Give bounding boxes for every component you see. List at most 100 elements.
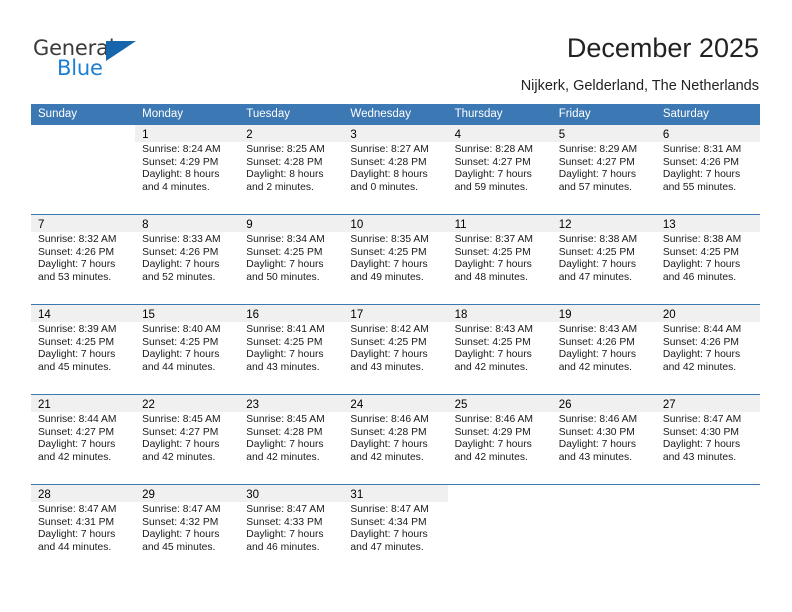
calendar-day-cell[interactable]: 27 Sunrise: 8:47 AM Sunset: 4:30 PM Dayligh… <box>655 395 760 484</box>
sunset-text: Sunset: 4:29 PM <box>454 426 531 438</box>
calendar-day-cell[interactable]: 22 Sunrise: 8:45 AM Sunset: 4:27 PM Dayligh… <box>135 395 240 484</box>
calendar-day-cell[interactable]: 20 Sunrise: 8:44 AM Sunset: 4:26 PM Dayligh… <box>655 305 760 394</box>
day-number-band: 9 <box>239 215 344 232</box>
calendar-day-cell[interactable]: 25 Sunrise: 8:46 AM Sunset: 4:29 PM Dayligh… <box>447 395 552 484</box>
day-sun-info: Sunrise: 8:45 AM Sunset: 4:27 PM Daylight:… <box>135 412 239 465</box>
sunrise-text: Sunrise: 8:45 AM <box>246 414 325 425</box>
daylight-text-line2: and 45 minutes. <box>142 542 216 554</box>
sunrise-text: Sunrise: 8:47 AM <box>350 504 429 515</box>
calendar-day-cell[interactable]: 1 Sunrise: 8:24 AM Sunset: 4:29 PM Daylight… <box>135 125 240 214</box>
daylight-text-line1: Daylight: 7 hours <box>662 259 741 271</box>
calendar-day-cell[interactable]: 24 Sunrise: 8:46 AM Sunset: 4:28 PM Dayligh… <box>343 395 448 484</box>
sunset-text: Sunset: 4:27 PM <box>142 426 219 438</box>
daylight-text-line2: and 43 minutes. <box>350 362 424 374</box>
daylight-text-line2: and 46 minutes. <box>662 272 737 284</box>
day-number: 3 <box>350 129 357 141</box>
day-number: 19 <box>558 309 572 321</box>
day-number: 11 <box>454 219 467 231</box>
daylight-text-line1: Daylight: 7 hours <box>454 169 532 181</box>
day-number: 30 <box>246 489 260 501</box>
weekday-header-thursday: Thursday <box>454 108 503 120</box>
sunrise-text: Sunrise: 8:43 AM <box>558 324 638 335</box>
calendar-day-cell[interactable]: 11 Sunrise: 8:37 AM Sunset: 4:25 PM Dayligh… <box>447 215 552 304</box>
calendar-day-cell[interactable]: 17 Sunrise: 8:42 AM Sunset: 4:25 PM Dayligh… <box>343 305 448 394</box>
daylight-text-line2: and 0 minutes. <box>350 182 418 194</box>
daylight-text-line1: Daylight: 7 hours <box>246 259 324 271</box>
generalblue-logo[interactable]: General Blue <box>33 36 163 84</box>
calendar-day-cell[interactable]: 9 Sunrise: 8:34 AM Sunset: 4:25 PM Daylight… <box>239 215 344 304</box>
daylight-text-line1: Daylight: 7 hours <box>662 439 741 451</box>
calendar-day-cell[interactable]: 2 Sunrise: 8:25 AM Sunset: 4:28 PM Daylight… <box>239 125 344 214</box>
daylight-text-line2: and 44 minutes. <box>38 542 112 554</box>
calendar-day-cell[interactable]: 5 Sunrise: 8:29 AM Sunset: 4:27 PM Daylight… <box>551 125 656 214</box>
calendar-day-cell[interactable]: 19 Sunrise: 8:43 AM Sunset: 4:26 PM Dayligh… <box>551 305 656 394</box>
sunset-text: Sunset: 4:26 PM <box>38 246 115 258</box>
day-number-band: 27 <box>655 395 760 412</box>
daylight-text-line1: Daylight: 7 hours <box>142 529 220 541</box>
day-number-band: 16 <box>239 305 344 322</box>
day-sun-info: Sunrise: 8:37 AM Sunset: 4:25 PM Daylight:… <box>448 232 552 285</box>
day-sun-info: Sunrise: 8:43 AM Sunset: 4:26 PM Daylight:… <box>552 322 656 375</box>
calendar-day-cell[interactable]: 26 Sunrise: 8:46 AM Sunset: 4:30 PM Dayligh… <box>551 395 656 484</box>
calendar-week-row: 28 Sunrise: 8:47 AM Sunset: 4:31 PM Dayligh… <box>31 484 760 574</box>
day-sun-info: Sunrise: 8:44 AM Sunset: 4:26 PM Daylight:… <box>656 322 760 375</box>
calendar-day-cell[interactable]: 14 Sunrise: 8:39 AM Sunset: 4:25 PM Dayligh… <box>31 305 136 394</box>
calendar-day-cell[interactable]: 10 Sunrise: 8:35 AM Sunset: 4:25 PM Dayligh… <box>343 215 448 304</box>
day-number: 28 <box>38 489 51 501</box>
calendar-day-cell[interactable]: 6 Sunrise: 8:31 AM Sunset: 4:26 PM Daylight… <box>655 125 760 214</box>
calendar-day-cell[interactable]: 29 Sunrise: 8:47 AM Sunset: 4:32 PM Dayligh… <box>135 485 240 574</box>
sunset-text: Sunset: 4:26 PM <box>662 156 739 168</box>
calendar-day-cell[interactable]: 16 Sunrise: 8:41 AM Sunset: 4:25 PM Dayligh… <box>239 305 344 394</box>
day-sun-info: Sunrise: 8:31 AM Sunset: 4:26 PM Daylight:… <box>656 142 760 195</box>
sunset-text: Sunset: 4:29 PM <box>142 156 219 168</box>
calendar-day-cell[interactable]: 12 Sunrise: 8:38 AM Sunset: 4:25 PM Dayligh… <box>551 215 656 304</box>
daylight-text-line1: Daylight: 7 hours <box>38 259 116 271</box>
weekday-header-monday: Monday <box>142 108 184 120</box>
day-sun-info: Sunrise: 8:41 AM Sunset: 4:25 PM Daylight:… <box>239 322 343 375</box>
calendar-day-cell[interactable]: 23 Sunrise: 8:45 AM Sunset: 4:28 PM Dayligh… <box>239 395 344 484</box>
sunrise-text: Sunrise: 8:31 AM <box>662 144 742 155</box>
calendar-day-cell[interactable]: 4 Sunrise: 8:28 AM Sunset: 4:27 PM Daylight… <box>447 125 552 214</box>
daylight-text-line2: and 55 minutes. <box>662 182 737 194</box>
day-number-band: 8 <box>135 215 240 232</box>
day-number-band: 4 <box>447 125 552 142</box>
day-number-band <box>552 485 656 502</box>
calendar-day-cell[interactable]: 28 Sunrise: 8:47 AM Sunset: 4:31 PM Dayligh… <box>31 485 136 574</box>
daylight-text-line2: and 46 minutes. <box>246 542 320 554</box>
day-number: 5 <box>558 129 566 141</box>
day-number: 29 <box>142 489 155 501</box>
calendar-day-cell[interactable]: 15 Sunrise: 8:40 AM Sunset: 4:25 PM Dayligh… <box>135 305 240 394</box>
day-sun-info: Sunrise: 8:47 AM Sunset: 4:33 PM Daylight:… <box>239 502 343 555</box>
weekday-header-wednesday: Wednesday <box>350 108 411 120</box>
day-number: 10 <box>350 219 364 231</box>
day-sun-info: Sunrise: 8:47 AM Sunset: 4:34 PM Daylight:… <box>343 502 447 555</box>
sunset-text: Sunset: 4:26 PM <box>662 336 739 348</box>
daylight-text-line1: Daylight: 8 hours <box>142 169 220 181</box>
calendar-day-cell[interactable]: 13 Sunrise: 8:38 AM Sunset: 4:25 PM Dayligh… <box>655 215 760 304</box>
calendar-day-cell[interactable]: 3 Sunrise: 8:27 AM Sunset: 4:28 PM Daylight… <box>343 125 448 214</box>
daylight-text-line1: Daylight: 7 hours <box>350 439 428 451</box>
calendar-weeks: 1 Sunrise: 8:24 AM Sunset: 4:29 PM Daylight… <box>31 125 760 574</box>
calendar-day-cell[interactable]: 8 Sunrise: 8:33 AM Sunset: 4:26 PM Daylight… <box>135 215 240 304</box>
calendar-day-cell[interactable]: 7 Sunrise: 8:32 AM Sunset: 4:26 PM Daylight… <box>31 215 136 304</box>
daylight-text-line1: Daylight: 8 hours <box>350 169 428 181</box>
calendar-day-cell[interactable]: 18 Sunrise: 8:43 AM Sunset: 4:25 PM Dayligh… <box>447 305 552 394</box>
daylight-text-line1: Daylight: 7 hours <box>246 529 324 541</box>
daylight-text-line1: Daylight: 7 hours <box>142 349 220 361</box>
calendar-day-cell[interactable]: 31 Sunrise: 8:47 AM Sunset: 4:34 PM Dayligh… <box>343 485 448 574</box>
day-number: 18 <box>454 309 468 321</box>
weekday-header-saturday: Saturday <box>662 108 709 120</box>
day-number-band: 24 <box>343 395 448 412</box>
calendar-day-cell[interactable]: 21 Sunrise: 8:44 AM Sunset: 4:27 PM Dayligh… <box>31 395 136 484</box>
calendar-day-cell[interactable]: 30 Sunrise: 8:47 AM Sunset: 4:33 PM Dayligh… <box>239 485 344 574</box>
day-number: 15 <box>142 309 155 321</box>
day-sun-info: Sunrise: 8:35 AM Sunset: 4:25 PM Daylight:… <box>343 232 447 285</box>
daylight-text-line2: and 43 minutes. <box>246 362 320 374</box>
daylight-text-line1: Daylight: 7 hours <box>350 349 428 361</box>
daylight-text-line1: Daylight: 7 hours <box>454 439 532 451</box>
daylight-text-line2: and 42 minutes. <box>350 452 424 464</box>
day-number-band: 6 <box>655 125 760 142</box>
sunset-text: Sunset: 4:30 PM <box>558 426 635 438</box>
day-sun-info: Sunrise: 8:38 AM Sunset: 4:25 PM Daylight:… <box>552 232 656 285</box>
daylight-text-line1: Daylight: 7 hours <box>454 259 532 271</box>
